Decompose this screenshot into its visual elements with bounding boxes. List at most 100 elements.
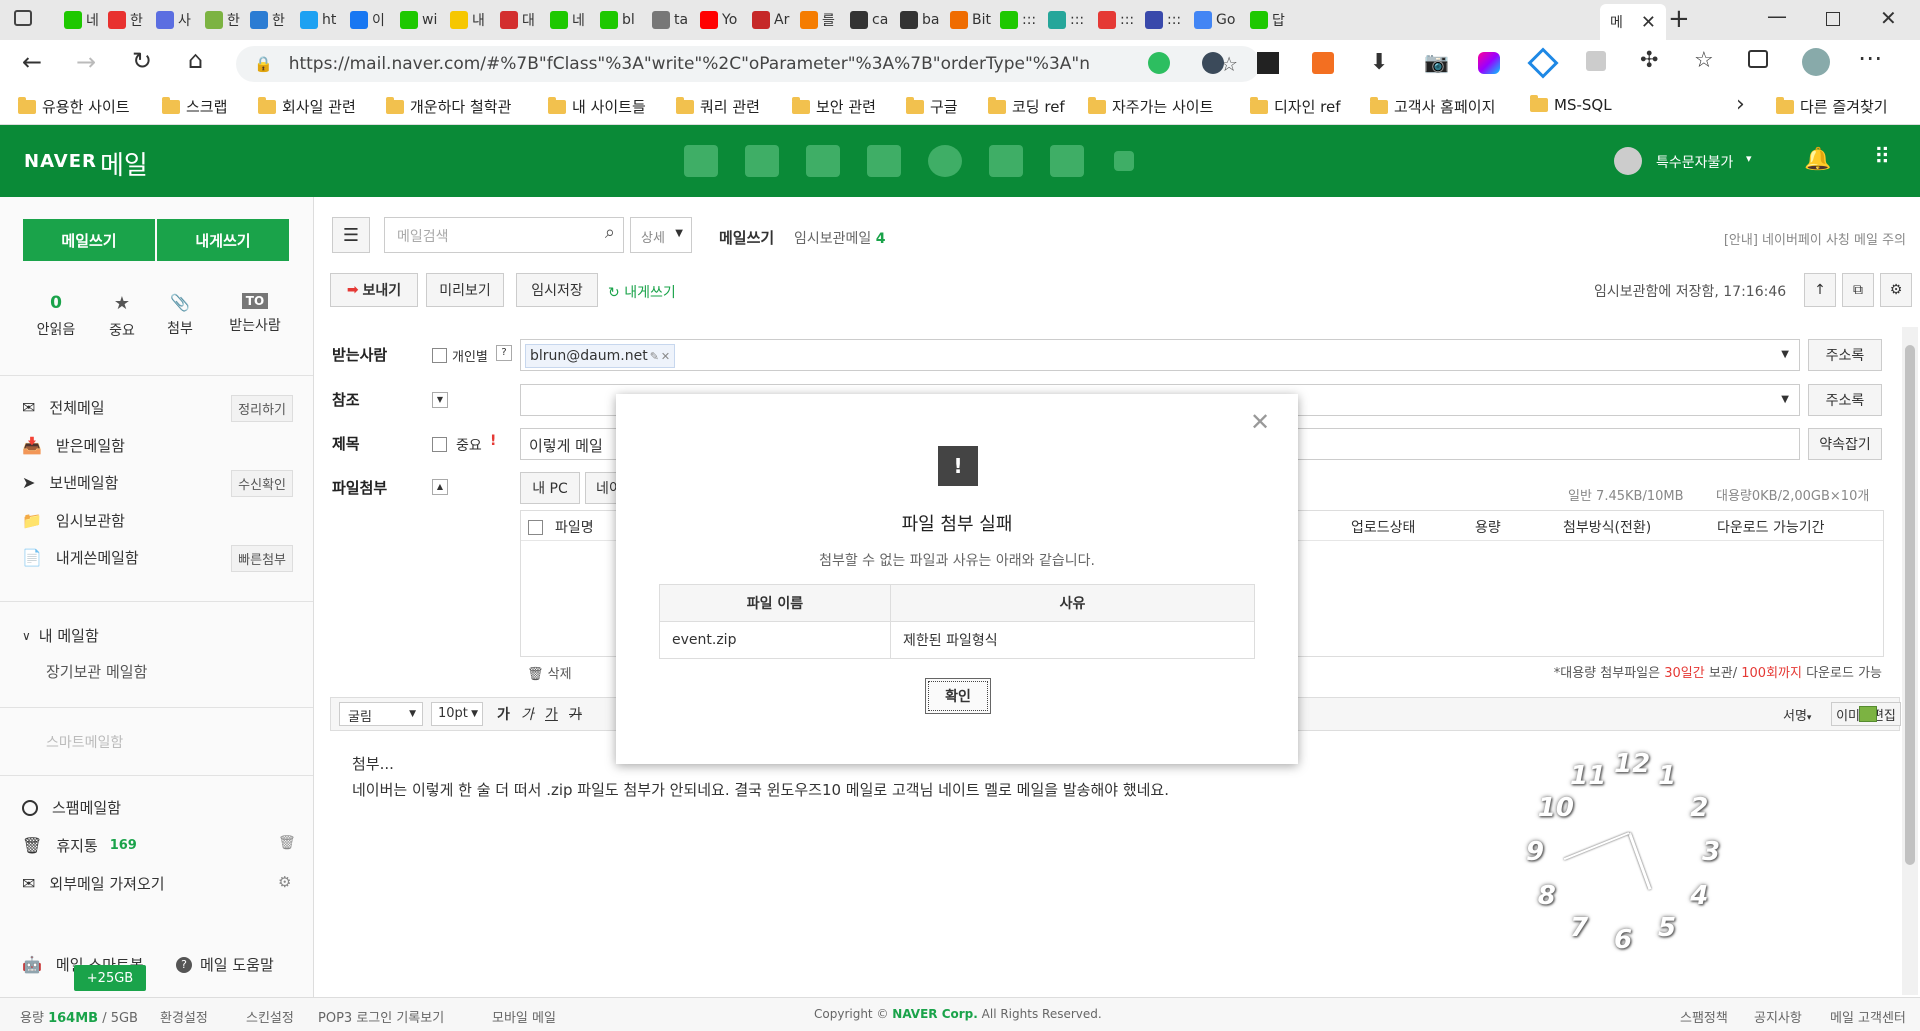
browser-tab[interactable]: Bit <box>950 6 991 34</box>
extension-binary-icon[interactable] <box>1257 52 1279 74</box>
bookmark-folder[interactable]: 디자인 ref <box>1250 96 1341 117</box>
bookmark-folder[interactable]: 구글 <box>906 96 958 117</box>
cc-addrbook-button[interactable]: 주소록 <box>1808 384 1882 416</box>
browser-tab[interactable]: ::: <box>1048 6 1084 34</box>
delete-attachment-button[interactable]: 🗑 삭제 <box>527 663 572 682</box>
footer-right-link[interactable]: 공지사항 <box>1754 1007 1802 1026</box>
search-detail-dropdown[interactable]: 상세 ▼ <box>630 217 692 253</box>
favorites-icon[interactable]: ☆ <box>1694 48 1714 73</box>
extension-rss-icon[interactable] <box>1586 51 1606 71</box>
sidebar-item-self-mail[interactable]: 📄 내게쓴메일함 <box>22 547 139 568</box>
calendar-app-icon[interactable] <box>745 145 779 177</box>
browser-tab[interactable]: 내 <box>450 6 485 34</box>
browser-tab[interactable]: 네 <box>64 6 99 34</box>
sent-action-button[interactable]: 수신확인 <box>231 470 293 497</box>
cc-dropdown-chevron-icon[interactable]: ▼ <box>1781 394 1789 405</box>
save-draft-button[interactable]: 임시저장 <box>516 273 598 307</box>
back-icon[interactable]: ← <box>22 48 42 76</box>
browser-tab[interactable]: 를 <box>800 6 835 34</box>
menu-dots-icon[interactable]: ⋯ <box>1858 44 1882 72</box>
close-window-icon[interactable]: ✕ <box>1880 6 1897 30</box>
strike-button[interactable]: 가 <box>569 704 582 724</box>
send-button[interactable]: ➡ 보내기 <box>330 273 418 307</box>
bookmark-folder[interactable]: MS-SQL <box>1530 95 1612 114</box>
stat-recipient[interactable]: TO 받는사람 <box>220 293 290 335</box>
browser-tab[interactable]: bl <box>600 6 635 34</box>
bookmark-folder[interactable]: 개운하다 철학관 <box>386 96 511 117</box>
self-write-link[interactable]: ↻ 내게쓰기 <box>608 282 676 302</box>
minimize-icon[interactable]: — <box>1767 4 1787 28</box>
footer-link[interactable]: POP3 로그인 기록보기 <box>318 1007 444 1026</box>
bookmark-folder[interactable]: 내 사이트들 <box>548 96 646 117</box>
home-icon[interactable]: ⌂ <box>188 46 203 74</box>
extension-evernote-icon[interactable] <box>1148 52 1170 74</box>
bookmark-folder[interactable]: 스크랩 <box>162 96 227 117</box>
memo-app-icon[interactable] <box>989 145 1023 177</box>
stat-attachment[interactable]: 📎 첨부 <box>150 293 210 338</box>
browser-tab[interactable]: 대 <box>500 6 535 34</box>
browser-tab[interactable]: 한 <box>108 6 143 34</box>
image-insert-icon[interactable] <box>1859 706 1877 722</box>
refresh-icon[interactable]: ↻ <box>132 47 152 75</box>
footer-link[interactable]: 스킨설정 <box>246 1007 294 1026</box>
list-app-icon[interactable] <box>806 145 840 177</box>
user-name[interactable]: 특수문자불가 <box>1656 152 1733 172</box>
addrbook-button[interactable]: 주소록 <box>1808 339 1882 371</box>
browser-tab[interactable]: wi <box>400 6 437 34</box>
size-select[interactable]: 10pt ▼ <box>431 702 483 726</box>
notification-bell-icon[interactable]: 🔔 <box>1804 147 1831 172</box>
confirm-button[interactable]: 확인 <box>925 678 991 714</box>
to-input[interactable]: blrun@daum.net ✎ ✕ ▼ <box>520 339 1800 371</box>
contacts-app-icon[interactable] <box>867 145 901 177</box>
scrollbar-thumb[interactable] <box>1905 345 1915 865</box>
sidebar-item-drafts[interactable]: 📁 임시보관함 <box>22 510 125 531</box>
recipient-chip[interactable]: blrun@daum.net ✎ ✕ <box>525 344 676 368</box>
extensions-puzzle-icon[interactable]: ✣ <box>1640 48 1658 73</box>
extra-app-icon[interactable] <box>1114 151 1134 171</box>
stat-unread[interactable]: 0 안읽음 <box>26 293 86 339</box>
preview-button[interactable]: 미리보기 <box>426 273 504 307</box>
extension-download-icon[interactable]: ⬇ <box>1370 50 1388 75</box>
extension-shield-icon[interactable] <box>1202 52 1224 74</box>
browser-tab[interactable]: 한 <box>205 6 240 34</box>
bookmark-folder[interactable]: 쿼리 관련 <box>676 96 760 117</box>
extension-camera-icon[interactable]: 📷 <box>1424 50 1449 74</box>
my-mailbox[interactable]: ∨ 내 메일함 <box>22 625 99 646</box>
footer-link[interactable]: 모바일 메일 <box>492 1007 556 1026</box>
sidebar-item-inbox[interactable]: 📥 받은메일함 <box>22 435 125 456</box>
browser-tab[interactable]: 답 <box>1250 6 1285 34</box>
search-icon[interactable]: ⌕ <box>605 222 615 243</box>
browser-tab[interactable]: ::: <box>1145 6 1181 34</box>
browser-tab[interactable]: 네 <box>550 6 585 34</box>
user-menu-chevron-icon[interactable]: ▾ <box>1746 152 1752 165</box>
self-mail-action-button[interactable]: 빠른첨부 <box>231 545 293 572</box>
browser-tab[interactable]: ::: <box>1098 6 1134 34</box>
mail-app-icon[interactable] <box>684 145 718 177</box>
popout-button[interactable]: ⧉ <box>1842 273 1874 307</box>
italic-button[interactable]: 가 <box>521 704 534 724</box>
url-text[interactable]: https://mail.naver.com/#%7B"fClass"%3A"w… <box>289 54 1089 74</box>
browser-tab[interactable]: ba <box>900 6 939 34</box>
browser-tab[interactable]: 사 <box>156 6 191 34</box>
signature-dropdown[interactable]: 서명▾ <box>1783 705 1811 724</box>
bold-button[interactable]: 가 <box>497 704 510 724</box>
apps-grid-icon[interactable]: ⠿ <box>1874 145 1890 170</box>
my-pc-button[interactable]: 내 PC <box>520 472 580 504</box>
bookmark-folder[interactable]: 보안 관련 <box>792 96 876 117</box>
naver-logo[interactable]: NAVER <box>24 151 97 172</box>
help-link[interactable]: ? 메일 도움말 <box>176 954 274 975</box>
remove-recipient-icon[interactable]: ✕ <box>661 350 670 363</box>
drive-app-icon[interactable] <box>928 145 962 177</box>
notice-link[interactable]: [안내] 네이버페이 사칭 메일 주의 <box>1724 229 1906 248</box>
restore-icon[interactable] <box>1826 12 1840 26</box>
bookmark-folder[interactable]: 회사일 관련 <box>258 96 356 117</box>
empty-trash-icon[interactable]: 🗑 <box>278 835 296 851</box>
mail-search-input[interactable]: 메일검색 ⌕ <box>384 217 624 253</box>
bookmarks-more-icon[interactable]: › <box>1736 92 1745 117</box>
trash-mailbox[interactable]: 🗑 휴지통 169 <box>22 835 137 856</box>
footer-link[interactable]: 환경설정 <box>160 1007 208 1026</box>
external-settings-gear-icon[interactable]: ⚙ <box>278 873 291 891</box>
tab-actions-icon[interactable] <box>14 10 32 26</box>
footer-right-link[interactable]: 스팸정책 <box>1680 1007 1728 1026</box>
stat-important[interactable]: ★ 중요 <box>92 293 152 340</box>
